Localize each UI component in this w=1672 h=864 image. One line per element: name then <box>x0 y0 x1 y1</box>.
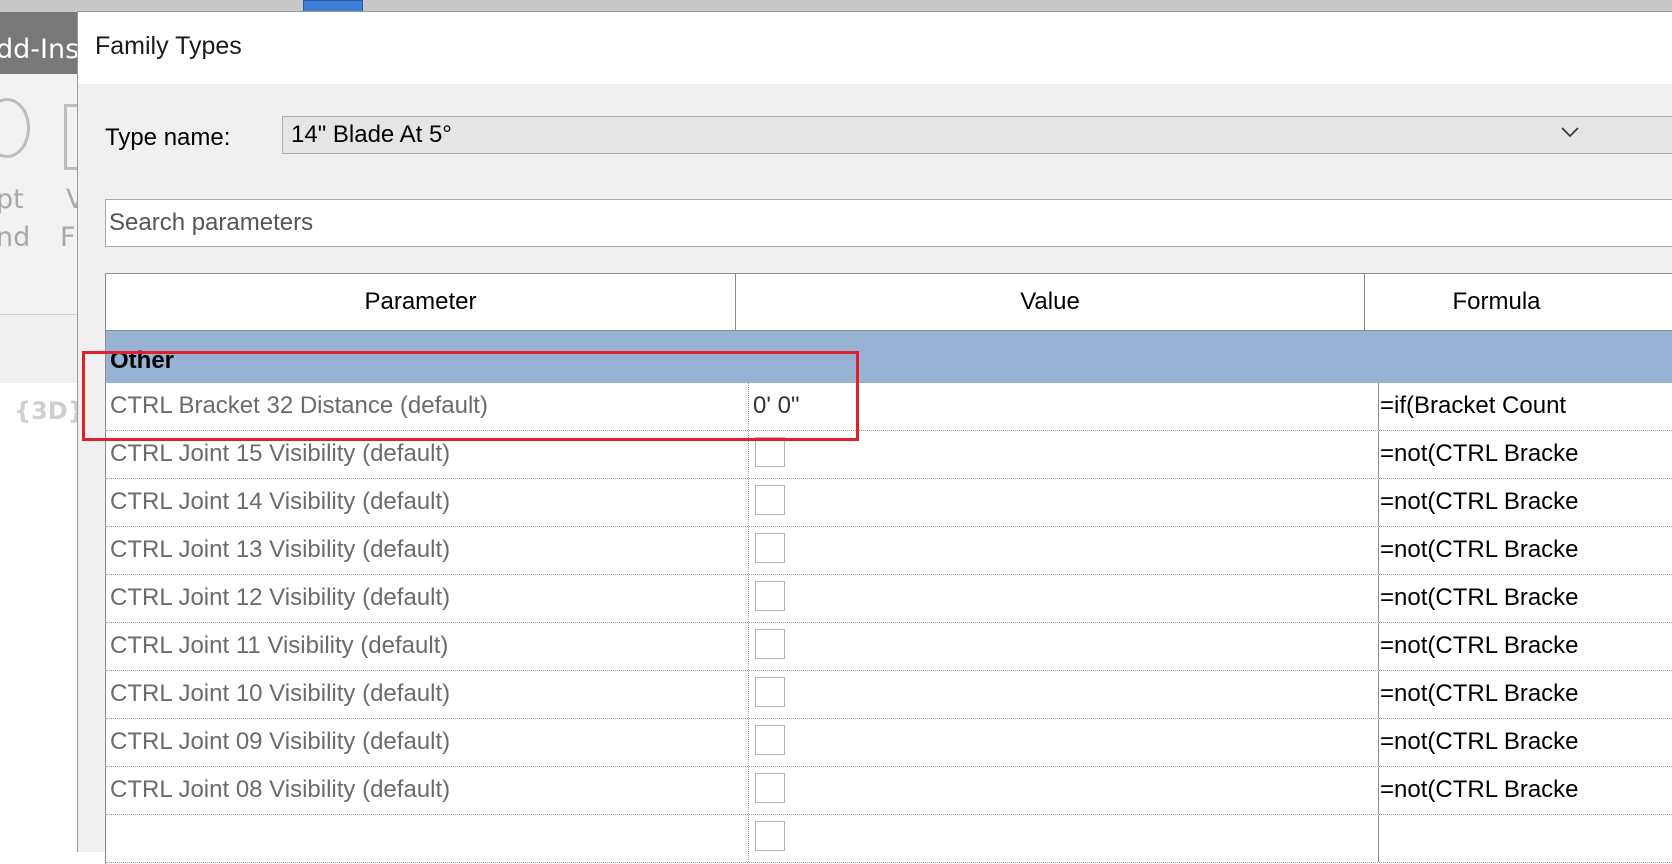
value-cell[interactable] <box>749 527 1379 574</box>
value-cell[interactable] <box>749 479 1379 526</box>
parameter-name-cell[interactable]: CTRL Joint 11 Visibility (default) <box>106 623 749 670</box>
table-row[interactable]: CTRL Joint 10 Visibility (default) =not(C… <box>106 671 1672 719</box>
parameter-name-cell[interactable]: CTRL Joint 08 Visibility (default) <box>106 767 749 814</box>
visibility-checkbox[interactable] <box>755 821 785 851</box>
table-row[interactable]: CTRL Joint 15 Visibility (default) =not(C… <box>106 431 1672 479</box>
table-row[interactable]: CTRL Joint 08 Visibility (default) =not(C… <box>106 767 1672 815</box>
visibility-checkbox[interactable] <box>755 773 785 803</box>
value-cell[interactable] <box>749 671 1379 718</box>
value-cell[interactable] <box>749 623 1379 670</box>
parameter-name-cell[interactable]: CTRL Joint 09 Visibility (default) <box>106 719 749 766</box>
parameter-name-cell[interactable]: CTRL Joint 12 Visibility (default) <box>106 575 749 622</box>
parameter-name-cell[interactable]: CTRL Joint 14 Visibility (default) <box>106 479 749 526</box>
formula-cell[interactable]: =not(CTRL Bracke <box>1379 431 1672 478</box>
formula-cell[interactable]: =not(CTRL Bracke <box>1379 671 1672 718</box>
value-cell[interactable] <box>749 815 1379 862</box>
parameter-name-cell[interactable]: CTRL Joint 13 Visibility (default) <box>106 527 749 574</box>
formula-cell[interactable]: =not(CTRL Bracke <box>1379 527 1672 574</box>
value-cell[interactable] <box>749 575 1379 622</box>
ribbon-tool-icon[interactable] <box>0 98 30 158</box>
column-header-parameter[interactable]: Parameter <box>106 274 736 330</box>
formula-cell[interactable]: =not(CTRL Bracke <box>1379 767 1672 814</box>
table-row[interactable]: CTRL Joint 09 Visibility (default) =not(C… <box>106 719 1672 767</box>
formula-cell[interactable]: =not(CTRL Bracke <box>1379 479 1672 526</box>
type-name-value: 14" Blade At 5° <box>291 121 452 148</box>
table-row[interactable]: CTRL Bracket 32 Distance (default) 0' 0" =… <box>106 383 1672 431</box>
visibility-checkbox[interactable] <box>755 533 785 563</box>
visibility-checkbox[interactable] <box>755 629 785 659</box>
column-header-value[interactable]: Value <box>736 274 1365 330</box>
formula-cell[interactable]: =if(Bracket Count <box>1379 383 1672 430</box>
table-row[interactable]: CTRL Joint 12 Visibility (default) =not(C… <box>106 575 1672 623</box>
visibility-checkbox[interactable] <box>755 677 785 707</box>
app-ribbon: pt nd V F <box>0 74 78 314</box>
table-row[interactable]: CTRL Joint 14 Visibility (default) =not(C… <box>106 479 1672 527</box>
grid-header: Parameter Value Formula <box>106 274 1672 331</box>
table-row[interactable]: CTRL Joint 11 Visibility (default) =not(C… <box>106 623 1672 671</box>
visibility-checkbox[interactable] <box>755 725 785 755</box>
formula-cell[interactable]: =not(CTRL Bracke <box>1379 719 1672 766</box>
visibility-checkbox[interactable] <box>755 437 785 467</box>
group-label: Other <box>110 347 175 374</box>
table-row[interactable]: CTRL Joint 13 Visibility (default) =not(C… <box>106 527 1672 575</box>
ribbon-label-fragment: F <box>60 222 76 253</box>
app-title-text: dd-Ins <box>0 34 78 65</box>
formula-cell[interactable]: =not(CTRL Bracke <box>1379 623 1672 670</box>
formula-cell[interactable]: =not(CTRL Bracke <box>1379 575 1672 622</box>
dialog-title-bar: Family Types <box>78 12 1672 84</box>
app-view-area: {3D} <box>0 383 85 851</box>
parameters-grid: Parameter Value Formula Other CTRL Brack… <box>105 273 1672 864</box>
parameter-name-cell[interactable]: CTRL Bracket 32 Distance (default) <box>106 383 749 430</box>
chevron-down-icon[interactable] <box>1559 121 1581 149</box>
ribbon-document-icon[interactable] <box>64 104 78 170</box>
formula-cell[interactable] <box>1379 815 1672 862</box>
visibility-checkbox[interactable] <box>755 485 785 515</box>
ribbon-label-fragment: nd <box>0 222 31 253</box>
table-row[interactable] <box>106 815 1672 863</box>
ribbon-label-fragment: pt <box>0 184 24 215</box>
app-title-bar: dd-Ins <box>0 12 78 74</box>
value-cell[interactable] <box>749 767 1379 814</box>
value-cell[interactable]: 0' 0" <box>749 383 1379 430</box>
dialog-title: Family Types <box>95 32 242 60</box>
search-parameters-input[interactable] <box>105 199 1672 247</box>
app-options-bar <box>0 314 78 384</box>
parameter-name-cell[interactable]: CTRL Joint 10 Visibility (default) <box>106 671 749 718</box>
value-cell[interactable] <box>749 719 1379 766</box>
group-header-other[interactable]: Other <box>106 331 1672 383</box>
column-header-formula[interactable]: Formula <box>1365 274 1628 330</box>
family-types-dialog: Family Types Type name: 14" Blade At 5° … <box>77 11 1672 864</box>
value-cell[interactable] <box>749 431 1379 478</box>
visibility-checkbox[interactable] <box>755 581 785 611</box>
view-tab-label: {3D} <box>14 397 85 425</box>
parameter-rows: CTRL Bracket 32 Distance (default) 0' 0" =… <box>106 383 1672 863</box>
parameter-name-cell[interactable]: CTRL Joint 15 Visibility (default) <box>106 431 749 478</box>
type-name-dropdown[interactable]: 14" Blade At 5° <box>282 116 1672 154</box>
parameter-name-cell[interactable] <box>106 815 749 862</box>
type-name-label: Type name: <box>105 124 231 151</box>
